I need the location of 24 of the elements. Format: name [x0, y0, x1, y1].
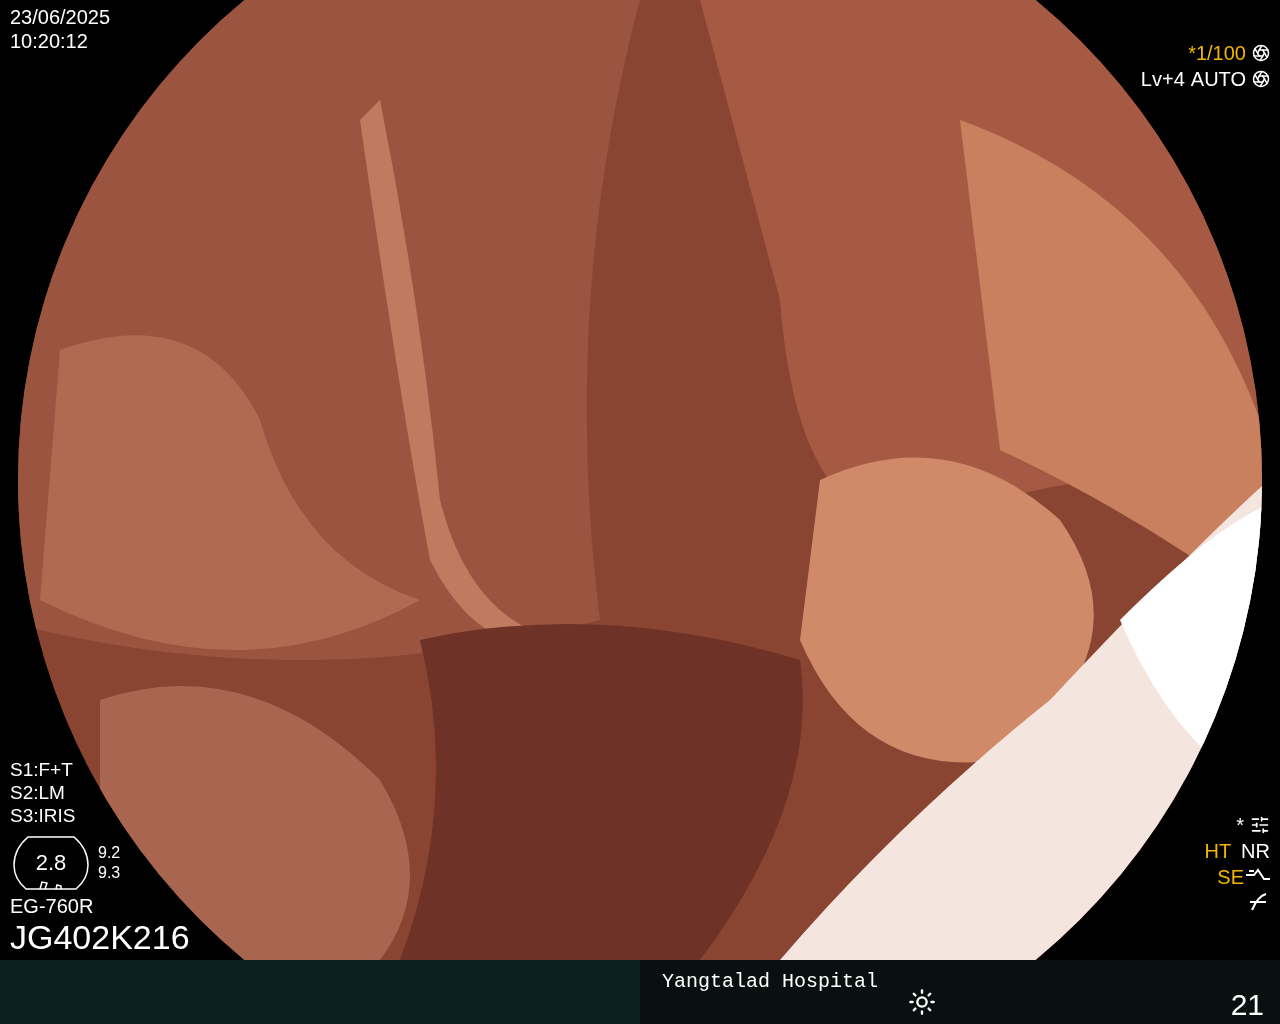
light-icon	[908, 988, 937, 1016]
mode-text: AUTO	[1190, 68, 1246, 90]
time-text: 10:20:12	[10, 30, 88, 52]
scope-button-label: S3:IRIS	[10, 805, 76, 827]
mode-indicator: HT	[1204, 840, 1232, 862]
scope-model: EG-760R	[10, 894, 94, 917]
gauge-reading: 9.2	[98, 844, 121, 862]
gauge-value: 2.8	[35, 849, 67, 876]
gauge-reading: 9.3	[98, 863, 121, 882]
hospital-name: Yangtalad Hospital	[662, 970, 879, 993]
level-text: Lv+4	[1140, 68, 1185, 90]
settings-icon	[1250, 815, 1270, 835]
asterisk-symbol: *	[1236, 814, 1244, 836]
scope-serial: JG402K216	[10, 918, 190, 956]
scope-button-label: S1:F+T	[10, 759, 73, 781]
aperture-icon	[1252, 44, 1270, 62]
gauge-outline-icon	[12, 834, 90, 891]
mode-indicator: SE	[1217, 866, 1244, 888]
image-number: 21	[1230, 988, 1264, 1022]
mode-indicator: NR	[1241, 840, 1270, 862]
scope-button-label: S2:LM	[10, 782, 65, 804]
shutter-text: *1/100	[1188, 42, 1246, 64]
iris-icon	[1252, 70, 1270, 88]
date-text: 23/06/2025	[10, 6, 111, 28]
